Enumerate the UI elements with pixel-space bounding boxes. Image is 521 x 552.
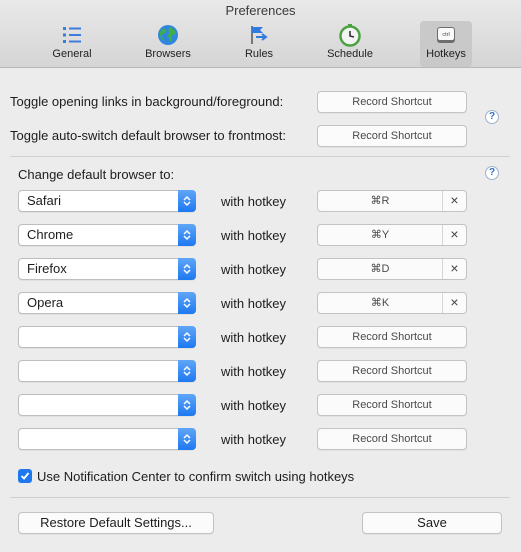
list-icon (60, 23, 84, 47)
browser-select-value: Firefox (27, 261, 67, 276)
tab-schedule[interactable]: Schedule (314, 21, 386, 67)
chevron-updown-icon (178, 224, 196, 246)
tab-label: Schedule (327, 48, 373, 60)
record-shortcut-button[interactable]: Record Shortcut (317, 360, 467, 382)
rules-icon (247, 23, 271, 47)
hotkey-value: ⌘K (370, 297, 390, 309)
toggle-autoswitch-label: Toggle auto-switch default browser to fr… (10, 128, 287, 143)
save-button[interactable]: Save (362, 512, 502, 534)
record-shortcut-background-button[interactable]: Record Shortcut (317, 91, 467, 113)
chevron-updown-icon (178, 292, 196, 314)
svg-text:ctrl: ctrl (442, 32, 449, 38)
with-hotkey-label: with hotkey (221, 398, 287, 413)
browser-select-chrome[interactable]: Chrome (18, 224, 196, 246)
globe-icon (156, 23, 180, 47)
with-hotkey-label: with hotkey (221, 364, 287, 379)
tab-label: Hotkeys (426, 48, 466, 60)
hotkey-field-chrome[interactable]: ⌘Y × (317, 224, 467, 246)
browser-select-safari[interactable]: Safari (18, 190, 196, 212)
record-shortcut-button[interactable]: Record Shortcut (317, 428, 467, 450)
title-bar: Preferences General Browsers Rules Sched… (0, 0, 521, 68)
record-shortcut-autoswitch-button[interactable]: Record Shortcut (317, 125, 467, 147)
help-button-toggles[interactable]: ? (485, 110, 499, 124)
tab-general[interactable]: General (36, 21, 108, 67)
notification-checkbox[interactable] (18, 469, 32, 483)
with-hotkey-label: with hotkey (221, 330, 287, 345)
tab-rules[interactable]: Rules (223, 21, 295, 67)
browser-select-empty[interactable] (18, 360, 196, 382)
section-divider (10, 156, 510, 157)
tab-label: General (52, 48, 92, 60)
record-shortcut-button[interactable]: Record Shortcut (317, 394, 467, 416)
with-hotkey-label: with hotkey (221, 296, 287, 311)
browser-select-empty[interactable] (18, 428, 196, 450)
window-title: Preferences (225, 3, 296, 18)
change-default-label: Change default browser to: (18, 167, 175, 182)
browser-select-value: Opera (27, 295, 64, 310)
tab-label: Rules (244, 48, 274, 60)
with-hotkey-label: with hotkey (221, 262, 287, 277)
footer-divider (10, 497, 510, 498)
hotkey-field-opera[interactable]: ⌘K × (317, 292, 467, 314)
chevron-updown-icon (178, 360, 196, 382)
browser-select-empty[interactable] (18, 326, 196, 348)
browser-select-firefox[interactable]: Firefox (18, 258, 196, 280)
toggle-background-label: Toggle opening links in background/foreg… (10, 94, 284, 109)
checkmark-icon (20, 472, 30, 480)
keyboard-key-icon: ctrl (434, 23, 458, 47)
with-hotkey-label: with hotkey (221, 194, 287, 209)
tab-label: Browsers (145, 48, 191, 60)
chevron-updown-icon (178, 190, 196, 212)
hotkey-field-firefox[interactable]: ⌘D × (317, 258, 467, 280)
hotkey-field-safari[interactable]: ⌘R × (317, 190, 467, 212)
help-button-browsers[interactable]: ? (485, 166, 499, 180)
chevron-updown-icon (178, 258, 196, 280)
record-shortcut-button[interactable]: Record Shortcut (317, 326, 467, 348)
browser-select-value: Chrome (27, 227, 74, 242)
with-hotkey-label: with hotkey (221, 228, 287, 243)
hotkey-value: ⌘R (370, 195, 390, 207)
hotkey-value: ⌘D (370, 263, 390, 275)
browser-select-value: Safari (27, 193, 61, 208)
with-hotkey-label: with hotkey (221, 432, 287, 447)
tab-hotkeys[interactable]: ctrl Hotkeys (420, 21, 472, 67)
notification-checkbox-label[interactable]: Use Notification Center to confirm switc… (37, 469, 354, 484)
chevron-updown-icon (178, 394, 196, 416)
browser-select-opera[interactable]: Opera (18, 292, 196, 314)
restore-defaults-button[interactable]: Restore Default Settings... (18, 512, 214, 534)
clock-icon (338, 23, 362, 47)
clear-hotkey-icon[interactable]: × (442, 191, 466, 211)
browser-select-empty[interactable] (18, 394, 196, 416)
clear-hotkey-icon[interactable]: × (442, 225, 466, 245)
hotkey-value: ⌘Y (370, 229, 390, 241)
clear-hotkey-icon[interactable]: × (442, 259, 466, 279)
chevron-updown-icon (178, 326, 196, 348)
chevron-updown-icon (178, 428, 196, 450)
tab-browsers[interactable]: Browsers (132, 21, 204, 67)
clear-hotkey-icon[interactable]: × (442, 293, 466, 313)
